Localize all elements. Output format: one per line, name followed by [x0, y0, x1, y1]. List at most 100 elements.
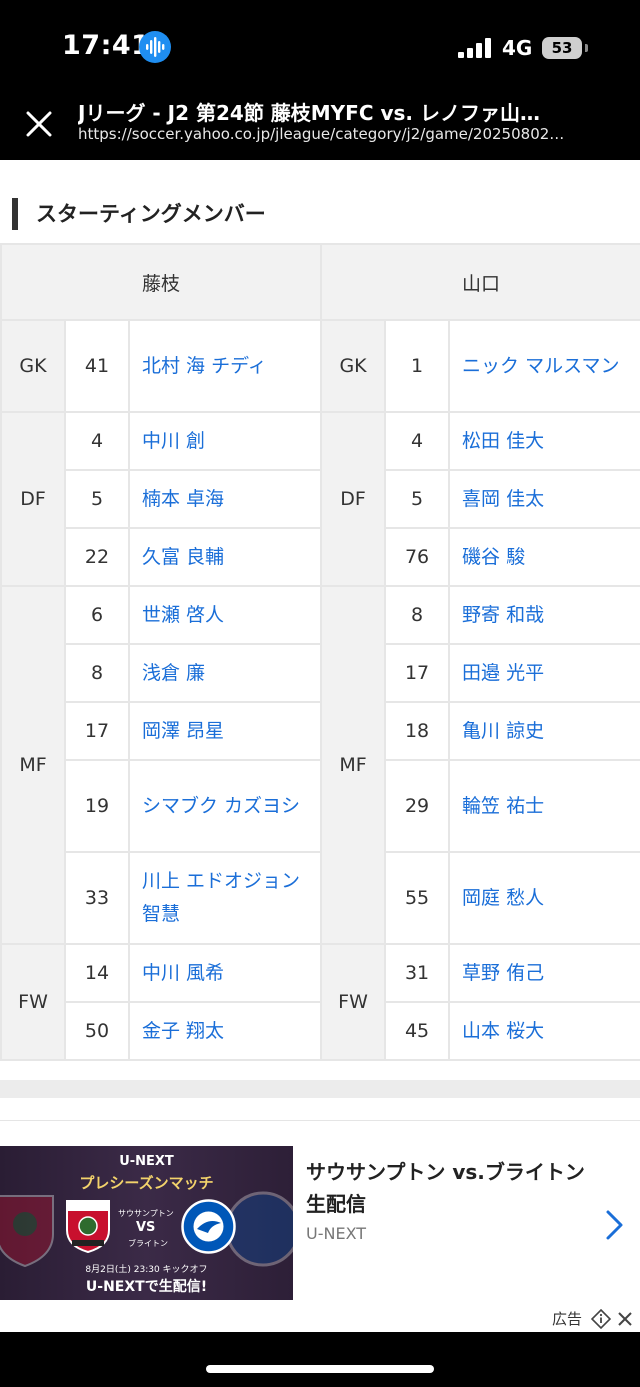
southampton-crest-icon: [0, 1195, 54, 1268]
bottom-bar: [0, 1332, 640, 1387]
player-number: 8: [384, 585, 451, 645]
player-number: 4: [384, 411, 451, 471]
player-link[interactable]: 北村 海 チディ: [142, 355, 267, 377]
player-number: 55: [384, 851, 451, 945]
table-row: 50 金子 翔太 45 山本 桜大: [1, 1001, 640, 1061]
position-cell: MF: [320, 585, 387, 945]
page-title: Jリーグ - J2 第24節 藤枝MYFC vs. レノファ山…: [78, 101, 540, 125]
ad-image[interactable]: U-NEXT プレシーズンマッチ サウサンプトン VS ブライトン 8月2日(土…: [0, 1146, 293, 1300]
player-link[interactable]: 世瀬 啓人: [142, 604, 224, 626]
status-time: 17:41: [62, 30, 151, 61]
table-row: DF 4 中川 創 DF 4 松田 佳大: [0, 411, 640, 587]
player-link[interactable]: 山本 桜大: [462, 1020, 544, 1042]
ad-team-away: ブライトン: [128, 1239, 168, 1248]
table-row: 19 シマブク カズヨシ 29 輪笠 祐士: [1, 759, 640, 853]
player-link[interactable]: 川上 エドオジョン 智慧: [142, 870, 300, 925]
player-link[interactable]: 楠本 卓海: [142, 488, 224, 510]
player-link[interactable]: 浅倉 廉: [142, 662, 205, 684]
player-name-cell: 楠本 卓海: [127, 469, 323, 529]
player-name-cell: 中川 風希: [127, 943, 323, 1003]
ad-match-title: プレシーズンマッチ: [79, 1174, 214, 1192]
player-name-cell: 岡庭 愁人: [448, 851, 640, 945]
player-number: 45: [384, 1001, 451, 1061]
player-name-cell: 喜岡 佳太: [448, 469, 640, 529]
player-number: 76: [384, 527, 451, 587]
away-team-header: 山口: [320, 243, 640, 321]
home-team-header: 藤枝: [0, 243, 323, 321]
player-link[interactable]: 中川 創: [142, 430, 205, 452]
status-bar: 17:41 4G 53: [0, 0, 640, 96]
position-cell: FW: [320, 943, 387, 1061]
battery-tip: [585, 44, 588, 52]
player-link[interactable]: 野寄 和哉: [462, 604, 544, 626]
section-title: スターティングメンバー: [12, 198, 266, 230]
ad-close-icon[interactable]: [617, 1311, 633, 1327]
player-link[interactable]: 田邉 光平: [462, 662, 544, 684]
player-link[interactable]: 亀川 諒史: [462, 720, 544, 742]
player-number: 5: [384, 469, 451, 529]
divider: [0, 1120, 640, 1121]
player-number: 31: [384, 943, 451, 1003]
player-name-cell: 世瀬 啓人: [127, 585, 323, 645]
player-number: 14: [64, 943, 130, 1003]
player-link[interactable]: 松田 佳大: [462, 430, 544, 452]
table-row: GK 41 北村 海 チディ GK 1 ニック マルスマン: [0, 319, 640, 413]
player-link[interactable]: 喜岡 佳太: [462, 488, 544, 510]
player-name-cell: 亀川 諒史: [448, 701, 640, 761]
lineup-table: 藤枝 山口 GK 41 北村 海 チディ GK 1 ニック マルスマン DF 4…: [0, 243, 640, 1061]
player-name-cell: 川上 エドオジョン 智慧: [127, 851, 323, 945]
player-number: 17: [64, 701, 130, 761]
player-number: 6: [64, 585, 130, 645]
player-name-cell: 田邉 光平: [448, 643, 640, 703]
player-number: 19: [64, 759, 130, 853]
player-name-cell: 久富 良輔: [127, 527, 323, 587]
player-number: 29: [384, 759, 451, 853]
player-number: 22: [64, 527, 130, 587]
browser-header: 17:41 4G 53 Jリーグ - J2 第24節 藤枝MYFC vs. レノ…: [0, 0, 640, 160]
table-row: 33 川上 エドオジョン 智慧 55 岡庭 愁人: [1, 851, 640, 945]
ad-label: 広告: [552, 1310, 583, 1328]
table-header-row: 藤枝 山口: [0, 243, 640, 321]
table-row: 17 岡澤 昂星 18 亀川 諒史: [1, 701, 640, 761]
player-name-cell: 岡澤 昂星: [127, 701, 323, 761]
player-link[interactable]: 岡庭 愁人: [462, 887, 544, 909]
ad-live-text: U-NEXTで生配信!: [85, 1279, 208, 1295]
network-type: 4G: [502, 36, 533, 60]
player-number: 8: [64, 643, 130, 703]
player-name-cell: 浅倉 廉: [127, 643, 323, 703]
battery-icon: 53: [542, 37, 582, 59]
player-link[interactable]: シマブク カズヨシ: [142, 795, 300, 817]
player-link[interactable]: 金子 翔太: [142, 1020, 224, 1042]
ad-brand: U-NEXT: [119, 1154, 174, 1169]
ad-vs: VS: [136, 1220, 156, 1235]
player-link[interactable]: 岡澤 昂星: [142, 720, 224, 742]
player-link[interactable]: 中川 風希: [142, 962, 224, 984]
player-name-cell: ニック マルスマン: [448, 319, 640, 413]
player-link[interactable]: 久富 良輔: [142, 546, 224, 568]
player-name-cell: 金子 翔太: [127, 1001, 323, 1061]
player-name-cell: 山本 桜大: [448, 1001, 640, 1061]
southampton-crest-icon: [66, 1200, 110, 1254]
player-number: 17: [384, 643, 451, 703]
ad-headline[interactable]: サウサンプトン vs.ブライトン 生配信: [306, 1156, 602, 1220]
brighton-crest-icon: [181, 1199, 236, 1254]
player-link[interactable]: 草野 侑己: [462, 962, 544, 984]
position-cell: MF: [0, 585, 66, 945]
ad-source: U-NEXT: [306, 1224, 367, 1243]
player-number: 50: [64, 1001, 130, 1061]
player-link[interactable]: 輪笠 祐士: [462, 795, 544, 817]
player-name-cell: 草野 侑己: [448, 943, 640, 1003]
ad-banner[interactable]: U-NEXT プレシーズンマッチ サウサンプトン VS ブライトン 8月2日(土…: [0, 1146, 640, 1302]
close-icon[interactable]: [22, 107, 56, 141]
player-link[interactable]: 磯谷 駿: [462, 546, 525, 568]
player-link[interactable]: ニック マルスマン: [462, 355, 619, 377]
table-row: 22 久富 良輔 76 磯谷 駿: [1, 527, 640, 587]
chevron-right-icon[interactable]: [603, 1208, 625, 1242]
player-name-cell: 北村 海 チディ: [127, 319, 323, 413]
position-cell: GK: [0, 319, 66, 413]
ad-info-icon[interactable]: [591, 1309, 611, 1329]
player-name-cell: 中川 創: [127, 411, 323, 471]
home-indicator[interactable]: [206, 1365, 434, 1373]
position-cell: DF: [320, 411, 387, 587]
position-cell: FW: [0, 943, 66, 1061]
